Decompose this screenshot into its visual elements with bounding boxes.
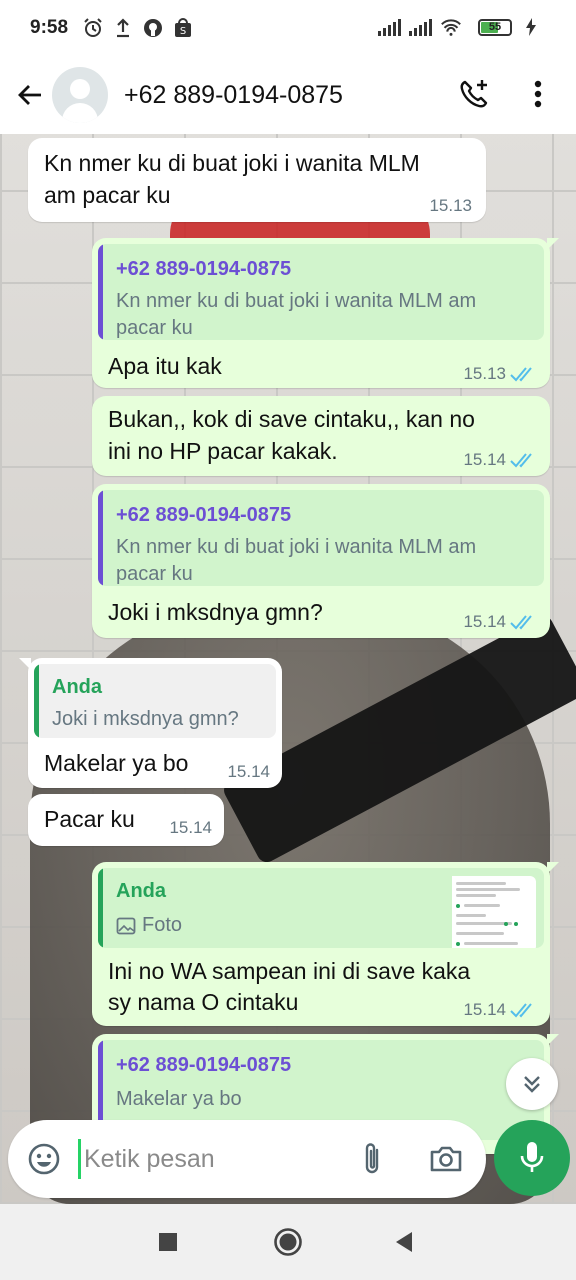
avatar-icon[interactable]: [52, 67, 108, 123]
message-outgoing[interactable]: +62 889-0194-0875 Kn nmer ku di buat jok…: [92, 484, 550, 638]
message-incoming[interactable]: Kn nmer ku di buat joki i wanita MLM am …: [28, 138, 486, 222]
read-ticks-icon: [510, 615, 532, 630]
recents-icon[interactable]: [150, 1224, 186, 1260]
camera-icon[interactable]: [426, 1139, 466, 1179]
message-composer: [8, 1120, 486, 1198]
read-ticks-icon: [510, 1003, 532, 1018]
message-time: 15.13: [463, 364, 536, 384]
message-outgoing[interactable]: Bukan,, kok di save cintaku,, kan no ini…: [92, 396, 550, 476]
wifi-icon: [440, 16, 462, 38]
message-text: Makelar ya bo: [44, 750, 189, 776]
mic-button[interactable]: [494, 1120, 570, 1196]
message-outgoing[interactable]: Anda Foto Ini no WA sampean ini di save …: [92, 862, 559, 1026]
message-incoming[interactable]: Anda Joki i mksdnya gmn? Makelar ya bo 1…: [19, 658, 282, 788]
message-text: sy nama O cintaku: [108, 989, 299, 1015]
battery-icon: 55: [478, 18, 512, 36]
read-ticks-icon: [510, 453, 532, 468]
message-time-label: 15.13: [463, 364, 506, 383]
message-time: 15.14: [463, 612, 536, 632]
alarm-icon: [82, 17, 104, 39]
double-chevron-down-icon: [524, 1076, 540, 1093]
quote-text: Kn nmer ku di buat joki i wanita MLM am: [116, 536, 477, 558]
message-text: ini no HP pacar kakak.: [108, 438, 338, 464]
quoted-message[interactable]: +62 889-0194-0875 Kn nmer ku di buat jok…: [98, 490, 544, 586]
quoted-message[interactable]: +62 889-0194-0875 Kn nmer ku di buat jok…: [98, 244, 544, 340]
read-ticks-icon: [510, 367, 532, 382]
quote-thumbnail: [452, 876, 536, 948]
message-time-label: 15.14: [463, 450, 506, 469]
quoted-message[interactable]: Anda Joki i mksdnya gmn?: [34, 664, 276, 738]
message-text: Bukan,, kok di save cintaku,, kan no: [108, 406, 475, 432]
quote-sender: +62 889-0194-0875: [116, 258, 292, 280]
quote-sender: Anda: [116, 880, 166, 902]
back-icon[interactable]: [386, 1224, 422, 1260]
emoji-icon[interactable]: [24, 1139, 64, 1179]
add-call-icon[interactable]: [454, 74, 494, 114]
mic-icon: [520, 1142, 544, 1172]
more-vert-icon[interactable]: [518, 74, 558, 114]
message-text: Pacar ku: [44, 806, 135, 832]
quote-sender: +62 889-0194-0875: [116, 504, 292, 526]
quoted-message[interactable]: Anda Foto: [98, 868, 544, 948]
github-icon: [142, 17, 164, 39]
quote-text: Makelar ya bo: [116, 1088, 242, 1110]
quote-text: pacar ku: [116, 317, 193, 339]
message-time: 15.14: [463, 1000, 536, 1020]
message-time-label: 15.14: [463, 1000, 506, 1019]
message-time: 15.13: [429, 196, 472, 215]
back-arrow-icon[interactable]: [10, 75, 50, 115]
charging-icon: [520, 16, 542, 38]
message-text: am pacar ku: [44, 182, 171, 208]
contact-name[interactable]: +62 889-0194-0875: [124, 81, 343, 110]
status-bar: 9:58 S 55: [0, 0, 576, 56]
message-text: Ini no WA sampean ini di save kaka: [108, 958, 471, 984]
home-icon[interactable]: [270, 1224, 306, 1260]
quote-text: pacar ku: [116, 563, 193, 585]
system-nav-bar: [0, 1204, 576, 1280]
attach-icon[interactable]: [352, 1139, 392, 1179]
quote-text: Kn nmer ku di buat joki i wanita MLM am: [116, 290, 477, 312]
quote-media-label: Foto: [142, 914, 183, 936]
shop-icon: S: [172, 17, 194, 39]
message-text: Apa itu kak: [108, 353, 222, 379]
svg-text:S: S: [180, 26, 186, 37]
chat-header: +62 889-0194-0875: [0, 56, 576, 134]
scroll-down-button[interactable]: [506, 1058, 558, 1110]
message-time: 15.14: [227, 762, 270, 781]
signal-icon: [378, 18, 401, 36]
message-incoming[interactable]: Pacar ku 15.14: [28, 794, 224, 846]
photo-icon: [116, 917, 136, 934]
quote-media: Foto: [116, 912, 182, 939]
status-time: 9:58: [30, 17, 69, 38]
text-cursor: [78, 1139, 81, 1179]
quote-text: Joki i mksdnya gmn?: [52, 708, 239, 730]
quote-sender: +62 889-0194-0875: [116, 1054, 292, 1076]
upload-icon: [112, 17, 134, 39]
message-text: Joki i mksdnya gmn?: [108, 599, 323, 625]
message-time: 15.14: [463, 450, 536, 470]
message-text: Kn nmer ku di buat joki i wanita MLM: [44, 150, 420, 176]
chat-area[interactable]: Kn nmer ku di buat joki i wanita MLM am …: [0, 134, 576, 1204]
quote-sender: Anda: [52, 676, 102, 698]
message-time: 15.14: [169, 818, 212, 837]
message-input[interactable]: [84, 1136, 334, 1182]
signal-icon: [409, 18, 432, 36]
message-outgoing[interactable]: +62 889-0194-0875 Kn nmer ku di buat jok…: [92, 238, 559, 388]
message-time-label: 15.14: [463, 612, 506, 631]
